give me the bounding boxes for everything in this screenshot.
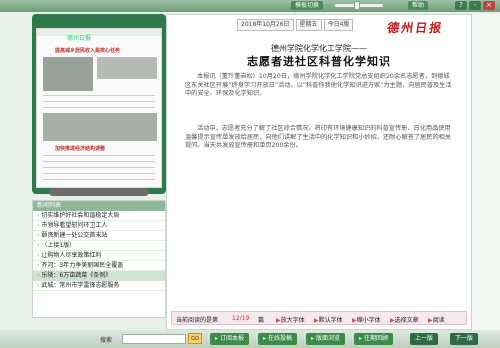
shrink-font-button[interactable]: ▶缩小字体 <box>352 315 381 324</box>
template-switch-button[interactable]: 模板切换 <box>291 1 324 10</box>
news-list: 新闻列表 › 切实维护好社会和谐稳定大局 › 市领导看望慰问环卫工人 › 颐贤新建一处… <box>32 200 166 318</box>
prev-page-button[interactable]: 上一版 <box>410 333 439 345</box>
article-paragraph: 活动中，志愿者充分了解了社区综合情况，将印有环境健康知识的科普宣传册、日化用品使… <box>185 125 452 150</box>
news-list-item[interactable]: › 武城：常州市学雷锋志愿服务 <box>33 281 165 291</box>
news-list-item[interactable]: › （上接1版） <box>33 241 165 251</box>
search-label: 搜索 <box>100 337 113 344</box>
bottom-toolbar: 搜索 GO ▸ 订阅本报 ▸ 在线投稿 ▸ 版面浏览 ▸ 往期回顾 上一版 下一版 <box>0 330 500 348</box>
thumbnail-photo <box>43 113 157 141</box>
issue-weekday: 星期五 <box>295 19 322 31</box>
news-list-item[interactable]: › 齐河：3年力争美丽国民全覆盖 <box>33 261 165 271</box>
thumbnail-rule <box>43 161 155 162</box>
top-toolbar: 模板切换 帮助 ? - × <box>0 0 500 12</box>
window-minimize-button[interactable]: - <box>469 1 481 10</box>
arrow-icon: ▸ <box>263 335 267 342</box>
bullet-icon: › <box>37 272 40 279</box>
default-font-button[interactable]: ▶默认字体 <box>314 315 343 324</box>
thumbnail-photo <box>43 57 93 91</box>
arrow-icon: ▸ <box>311 335 315 342</box>
arrow-icon: ▸ <box>215 335 219 342</box>
arrow-icon: ▸ <box>359 335 363 342</box>
reading-page-suffix: 篇 <box>258 317 265 324</box>
article-headline: 志愿者进社区科普化学知识 <box>247 55 391 68</box>
bullet-icon: › <box>37 232 40 239</box>
window-help-button[interactable]: ? <box>455 1 467 10</box>
thumbnail-rule <box>43 167 155 168</box>
reading-toolbar: 当前阅读的是第 12/19 篇 ▶放大字体 ▶默认字体 ▶缩小字体 ▶选择文章 … <box>171 311 467 325</box>
date-bar: 2018年10月26日 星期五 今日4版 <box>237 19 355 31</box>
history-button[interactable]: ▸ 往期回顾 <box>354 333 394 345</box>
page-thumbnail-panel: 德州日报 提高城乡居民收入是核心任务 加快推进经济结构调整 <box>32 14 166 196</box>
help-button[interactable]: 帮助 <box>408 1 429 10</box>
news-list-item[interactable]: › 市领导看望慰问环卫工人 <box>33 221 165 231</box>
bullet-icon: › <box>37 242 40 249</box>
bullet-icon: › <box>37 262 40 269</box>
right-margin <box>472 14 500 330</box>
thumbnail-rule <box>43 173 155 174</box>
thumbnail-rule <box>43 155 155 156</box>
enlarge-font-button[interactable]: ▶放大字体 <box>276 315 305 324</box>
bullet-icon: › <box>37 282 40 289</box>
bullet-icon: › <box>37 252 40 259</box>
thumbnail-rule <box>43 179 155 180</box>
news-list-title: 新闻列表 <box>33 201 165 211</box>
window-close-button[interactable]: × <box>483 1 495 10</box>
search-input[interactable] <box>122 334 186 344</box>
newspaper-logo: 德州日报 <box>386 21 445 35</box>
thumbnail-rule <box>43 95 155 96</box>
news-list-item[interactable]: › 颐贤新建一处公交首末站 <box>33 231 165 241</box>
issue-date: 2018年10月26日 <box>237 19 294 31</box>
zoom-slider-handle[interactable] <box>354 1 360 10</box>
reading-status-label: 当前阅读的是第 <box>176 317 219 324</box>
bullet-icon: › <box>37 212 40 219</box>
article-paragraph: 本报讯（董玲董岩松）10月20日，德州学院化学化工学院党总支组织20余名志愿者，… <box>185 73 452 98</box>
next-page-button[interactable]: 下一版 <box>450 333 479 345</box>
read-button[interactable]: ▶阅读 <box>428 315 445 324</box>
news-list-item[interactable]: › 切实维护好社会和谐稳定大局 <box>33 211 165 221</box>
news-list-item-selected[interactable]: › 乐陵：6万亩蔬菜《条例》 <box>33 271 165 281</box>
thumbnail-headline: 提高城乡居民收入是核心任务 <box>55 48 121 54</box>
thumbnail-rule <box>43 101 155 102</box>
thumbnail-headline: 加快推进经济结构调整 <box>55 146 106 152</box>
article-panel: 2018年10月26日 星期五 今日4版 德州日报 德州学院化学化工学院—— 志愿者… <box>166 14 472 330</box>
thumbnail-header-band <box>37 29 161 36</box>
thumbnail-masthead: 德州日报 <box>67 35 92 42</box>
search-go-button[interactable]: GO <box>188 333 202 344</box>
submit-manuscript-button[interactable]: ▸ 在线投稿 <box>258 333 298 345</box>
bullet-icon: › <box>37 222 40 229</box>
choose-article-button[interactable]: ▶选择文章 <box>390 315 419 324</box>
layout-browse-button[interactable]: ▸ 版面浏览 <box>306 333 346 345</box>
subscribe-button[interactable]: ▸ 订阅本报 <box>210 333 250 345</box>
thumbnail-rule <box>43 107 155 108</box>
thumbnail-photo <box>97 57 157 79</box>
news-list-item[interactable]: › 让购物人尽享政策红利 <box>33 251 165 261</box>
reading-page-number: 12/19 <box>232 315 250 322</box>
issue-edition: 今日4版 <box>323 19 354 31</box>
thumbnail-scrollbar[interactable] <box>49 188 149 196</box>
page-thumbnail[interactable]: 德州日报 提高城乡居民收入是核心任务 加快推进经济结构调整 <box>36 28 162 188</box>
